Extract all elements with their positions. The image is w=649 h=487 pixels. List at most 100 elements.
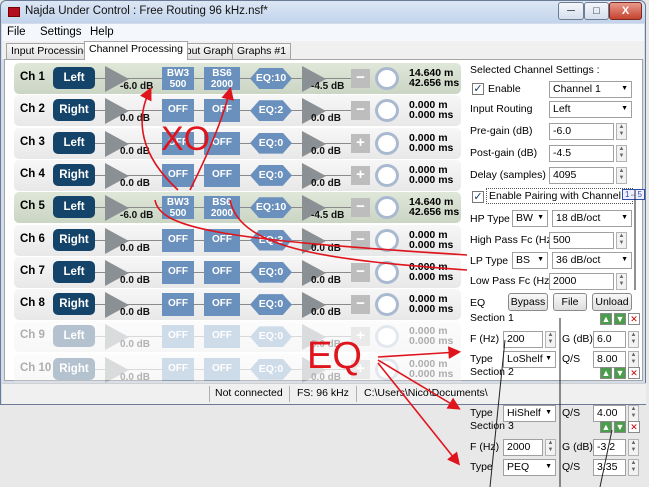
route-button[interactable]: Left (53, 325, 95, 348)
channel-row[interactable]: Ch 7 Left 0.0 dB OFF OFF EQ:0 0.0 dB −0.000 m 0.… (14, 256, 461, 288)
delete-section-icon[interactable]: ✕ (628, 421, 640, 433)
hp-type-select[interactable]: BW (512, 210, 548, 227)
polarity-button[interactable]: − (351, 198, 370, 218)
menu-help[interactable]: Help (90, 26, 114, 38)
polarity-button[interactable]: − (351, 230, 370, 250)
channel-row[interactable]: Ch 1 Left -6.0 dB BW3 500 BS6 2000 EQ:10 -4.5 dB… (14, 63, 461, 94)
postgain-stepper[interactable]: ▲ ▼ (616, 145, 627, 162)
qs-input[interactable]: 3.35 (593, 459, 626, 476)
channel-row[interactable]: Ch 10 Right 0.0 dB OFF OFF EQ:0 0.0 dB +0.000 m… (14, 353, 461, 385)
move-down-icon[interactable]: ▼ (614, 367, 626, 379)
hp-filter-block[interactable]: BW3 500 (162, 196, 194, 220)
polarity-button[interactable]: − (351, 262, 370, 282)
polarity-button[interactable]: + (351, 327, 370, 347)
channel-row[interactable]: Ch 2 Right 0.0 dB OFF OFF EQ:2 0.0 dB −0.000 m0… (14, 95, 461, 127)
eq-block[interactable]: EQ:0 (250, 326, 292, 348)
qs-input[interactable]: 4.00 (593, 405, 626, 422)
g-stepper[interactable]: ▲▼ (628, 439, 639, 456)
hp-filter-block[interactable]: OFF (162, 131, 194, 155)
menu-file[interactable]: File (7, 26, 26, 38)
qs-stepper[interactable]: ▲ ▼ (628, 459, 639, 476)
postgain-input[interactable]: -4.5 (549, 145, 614, 162)
lp-filter-block[interactable]: BS6 2000 (204, 196, 240, 220)
delay-knob-icon[interactable] (375, 131, 399, 155)
tab-channel-processing[interactable]: Channel Processing (84, 41, 188, 60)
lp-filter-block[interactable]: OFF (204, 260, 240, 284)
file-button[interactable]: File (553, 293, 587, 311)
delete-section-icon[interactable]: ✕ (628, 313, 640, 325)
channel-row[interactable]: Ch 6 Right 0.0 dB OFF OFF EQ:3 0.0 dB −0.000 m0… (14, 224, 461, 256)
polarity-button[interactable]: + (351, 359, 370, 379)
input-routing-select[interactable]: Left (549, 101, 632, 118)
lp-fc-input[interactable]: 2000 (549, 273, 614, 290)
channel-row[interactable]: Ch 9 Left 0.0 dB OFF OFF EQ:0 0.0 dB +0.000 m 0.… (14, 321, 461, 353)
unload-button[interactable]: Unload (592, 293, 632, 311)
lp-slope-select[interactable]: 36 dB/oct (552, 252, 632, 269)
polarity-button[interactable]: + (351, 165, 370, 185)
route-button[interactable]: Left (53, 196, 95, 219)
move-down-icon[interactable]: ▼ (614, 313, 626, 325)
polarity-button[interactable]: − (351, 69, 370, 88)
lp-filter-block[interactable]: BS6 2000 (204, 67, 240, 90)
move-up-icon[interactable]: ▲ (600, 313, 612, 325)
qs-input[interactable]: 8.00 (593, 351, 626, 368)
lp-filter-block[interactable]: OFF (204, 325, 240, 349)
eq-block[interactable]: EQ:0 (250, 132, 292, 154)
move-up-icon[interactable]: ▲ (600, 421, 612, 433)
route-button[interactable]: Left (53, 260, 95, 283)
pairing-checkbox[interactable]: ✓ (472, 191, 484, 203)
route-button[interactable]: Right (53, 293, 95, 316)
f-stepper[interactable]: ▲▼ (545, 439, 556, 456)
f-input[interactable]: 200 (503, 331, 543, 348)
delay-knob-icon[interactable] (375, 67, 399, 90)
pregain-stepper[interactable]: ▲ ▼ (616, 123, 627, 140)
delay-stepper[interactable]: ▲ ▼ (616, 167, 627, 184)
polarity-button[interactable]: + (351, 133, 370, 153)
eq-block[interactable]: EQ:0 (250, 164, 292, 186)
delay-knob-icon[interactable] (375, 325, 399, 349)
delay-knob-icon[interactable] (375, 196, 399, 220)
delay-knob-icon[interactable] (375, 163, 399, 187)
eq-block[interactable]: EQ:10 (250, 68, 292, 89)
g-stepper[interactable]: ▲▼ (628, 331, 639, 348)
pairing-badge[interactable]: 1⇔5 (622, 189, 645, 200)
eq-block[interactable]: EQ:0 (250, 358, 292, 380)
tab-graphs-1[interactable]: Graphs #1 (232, 43, 292, 59)
channel-row[interactable]: Ch 4 Right 0.0 dB OFF OFF EQ:0 0.0 dB +0.000 m0… (14, 159, 461, 191)
route-button[interactable]: Right (53, 228, 95, 251)
hp-fc-input[interactable]: 500 (549, 232, 614, 249)
minimize-button[interactable]: ─ (558, 2, 584, 20)
lp-filter-block[interactable]: OFF (204, 163, 240, 187)
polarity-button[interactable]: − (351, 295, 370, 315)
lp-filter-block[interactable]: OFF (204, 357, 240, 381)
eq-block[interactable]: EQ:2 (250, 100, 292, 122)
eq-block[interactable]: EQ:0 (250, 261, 292, 283)
delay-knob-icon[interactable] (375, 99, 399, 123)
enable-checkbox[interactable]: ✓ (472, 83, 484, 95)
hp-filter-block[interactable]: OFF (162, 260, 194, 284)
g-input[interactable]: 6.0 (593, 331, 626, 348)
route-button[interactable]: Right (53, 163, 95, 186)
polarity-button[interactable]: − (351, 101, 370, 121)
delay-knob-icon[interactable] (375, 228, 399, 252)
hp-filter-block[interactable]: OFF (162, 163, 194, 187)
route-button[interactable]: Left (53, 67, 95, 89)
hp-filter-block[interactable]: BW3 500 (162, 67, 194, 90)
delay-knob-icon[interactable] (375, 260, 399, 284)
move-up-icon[interactable]: ▲ (600, 367, 612, 379)
tab-input-processing[interactable]: Input Processing (6, 43, 95, 59)
route-button[interactable]: Right (53, 357, 95, 380)
pregain-input[interactable]: -6.0 (549, 123, 614, 140)
lp-filter-block[interactable]: OFF (204, 131, 240, 155)
hp-filter-block[interactable]: OFF (162, 293, 194, 317)
eq-block[interactable]: EQ:0 (250, 294, 292, 316)
hp-slope-select[interactable]: 18 dB/oct (552, 210, 632, 227)
eq-type-select[interactable]: PEQ (503, 459, 556, 476)
hp-filter-block[interactable]: OFF (162, 357, 194, 381)
hp-filter-block[interactable]: OFF (162, 228, 194, 252)
qs-stepper[interactable]: ▲ ▼ (628, 405, 639, 422)
lp-filter-block[interactable]: OFF (204, 228, 240, 252)
channel-row[interactable]: Ch 3 Left 0.0 dB OFF OFF EQ:0 0.0 dB +0.000 m 0.… (14, 127, 461, 159)
lp-type-select[interactable]: BS (512, 252, 548, 269)
route-button[interactable]: Right (53, 99, 95, 122)
